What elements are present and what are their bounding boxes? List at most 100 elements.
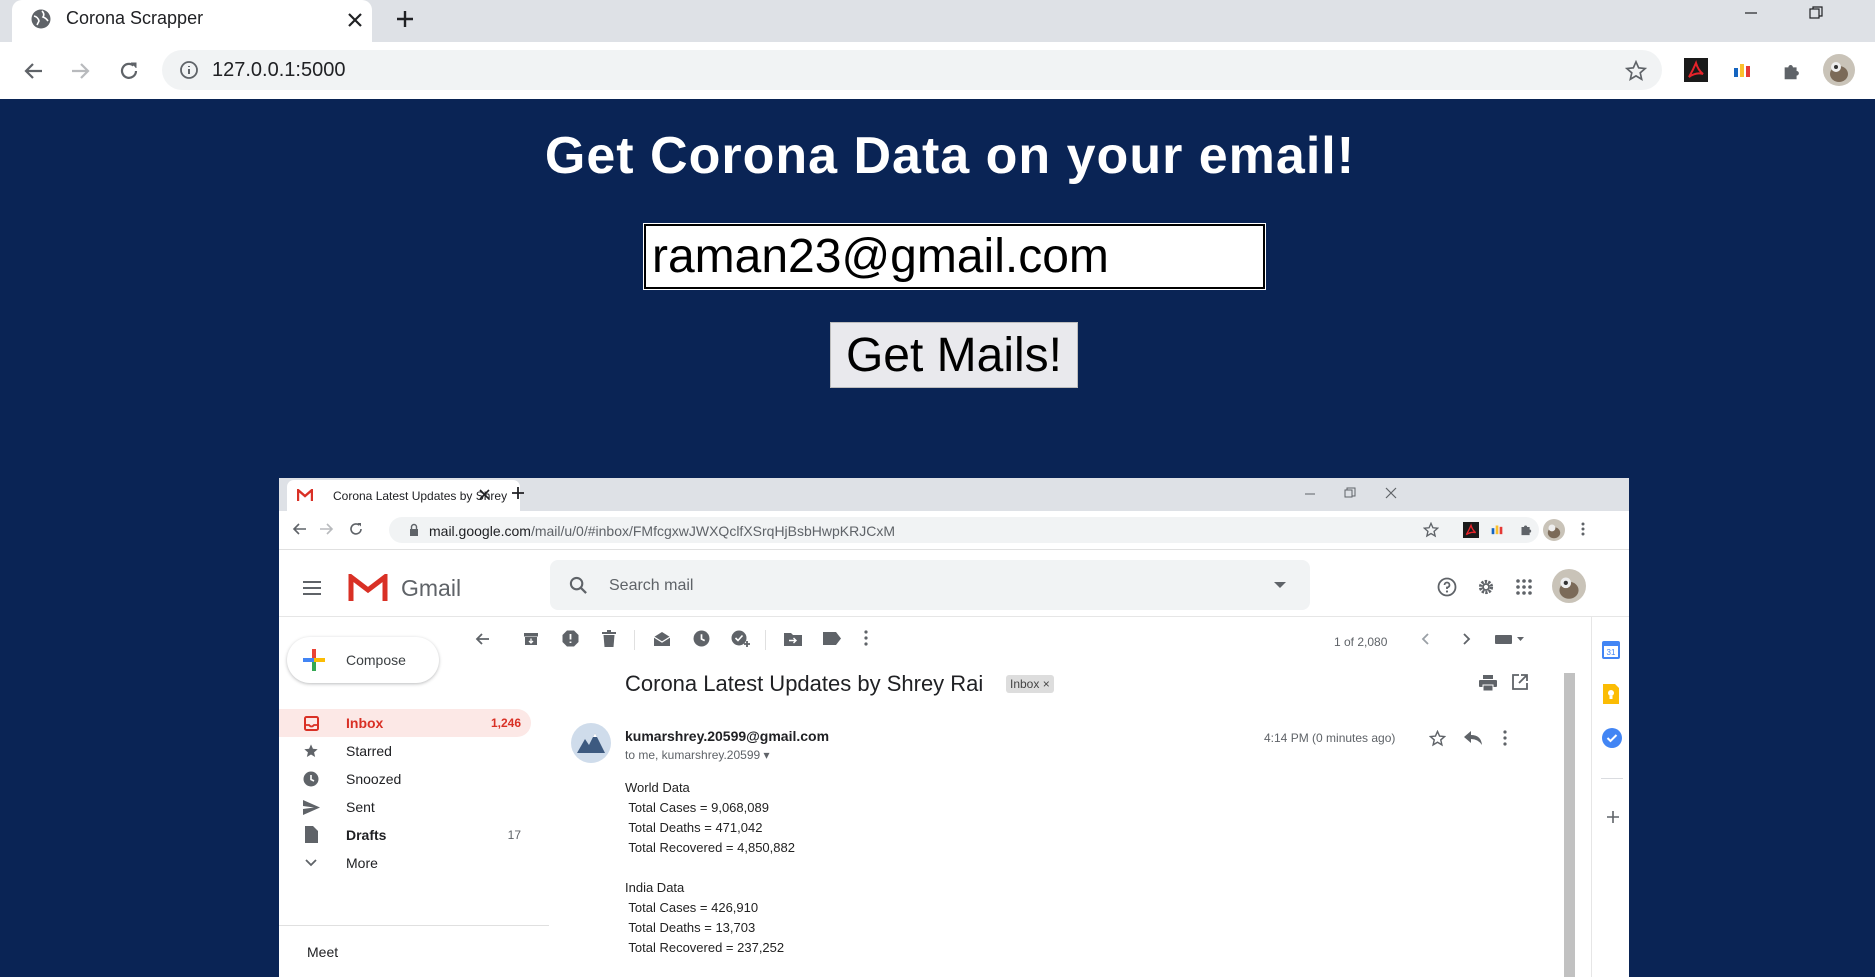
india-total-cases: Total Cases = 426,910: [625, 900, 759, 915]
extensions-puzzle-icon[interactable]: [1777, 56, 1807, 86]
screenshot-restore-icon: [1344, 487, 1356, 499]
get-mails-button[interactable]: Get Mails!: [830, 322, 1078, 388]
forward-icon[interactable]: [66, 56, 96, 86]
move-to-icon: [784, 631, 802, 646]
gmail-account-avatar-icon: [1552, 569, 1586, 603]
email-timestamp: 4:14 PM (0 minutes ago): [1264, 731, 1396, 745]
snoozed-clock-icon: [303, 771, 319, 787]
sender-avatar-icon: [571, 723, 611, 763]
minimize-icon[interactable]: [1736, 0, 1766, 26]
gmail-logo-icon: [348, 574, 388, 602]
screenshot-minimize-icon: [1304, 488, 1316, 500]
screenshot-tab: Corona Latest Updates by Shrey Rai - kum…: [287, 480, 520, 511]
close-tab-icon[interactable]: [342, 7, 368, 33]
snooze-clock-icon: [693, 630, 710, 647]
report-spam-icon: [562, 630, 579, 647]
nav-label-drafts: Drafts: [346, 827, 387, 843]
star-email-icon: [1429, 730, 1446, 747]
add-task-icon: [731, 629, 751, 648]
nav-label-sent: Sent: [346, 799, 375, 815]
screenshot-puzzle-icon: [1519, 522, 1534, 537]
gmail-menu-icon: [303, 581, 321, 595]
screenshot-toolbar-divider: [279, 549, 1629, 550]
email-input[interactable]: [643, 223, 1266, 290]
calendar-icon: 31: [1602, 641, 1620, 659]
gmail-search-placeholder: Search mail: [609, 577, 694, 594]
side-panel-separator: [1601, 778, 1623, 779]
reply-icon: [1464, 731, 1482, 745]
recipients-line: to me, kumarshrey.20599 ▾: [625, 748, 770, 762]
meet-heading: Meet: [307, 944, 339, 960]
screenshot-close-window-icon: [1385, 487, 1397, 499]
nav-label-snoozed: Snoozed: [346, 771, 402, 787]
nav-label-inbox: Inbox: [346, 715, 384, 731]
inbox-label-chip: Inbox ×: [1006, 675, 1054, 693]
address-bar[interactable]: [162, 50, 1662, 90]
new-tab-icon[interactable]: [390, 4, 420, 34]
nav-item-drafts: Drafts 17: [279, 821, 531, 849]
screenshot-forward-icon: [319, 521, 335, 537]
gmail-header-divider: [279, 616, 1629, 617]
screenshot-new-tab-icon: [511, 486, 525, 500]
screenshot-menu-dots-icon: [1581, 522, 1585, 536]
back-to-inbox-icon: [474, 631, 490, 647]
nav-item-starred: Starred: [279, 737, 531, 765]
nav-label-starred: Starred: [346, 743, 392, 759]
india-total-deaths: Total Deaths = 13,703: [625, 920, 756, 935]
newer-chevron-icon: [1421, 633, 1429, 645]
keep-icon: [1603, 684, 1619, 704]
toolbar-separator: [634, 630, 635, 650]
gmail-search-icon: [569, 576, 588, 595]
tab-title: Corona Scrapper: [66, 8, 204, 28]
get-addons-plus-icon: [1606, 810, 1620, 824]
globe-icon: [30, 8, 52, 30]
screenshot-pdf-icon: [1463, 522, 1479, 538]
site-info-icon[interactable]: [178, 59, 200, 81]
nav-count-drafts: 17: [507, 828, 521, 842]
nav-count-inbox: 1,246: [490, 716, 521, 730]
sent-icon: [303, 800, 320, 815]
remove-label-icon: ×: [1042, 677, 1050, 691]
world-total-recovered: Total Recovered = 4,850,882: [625, 840, 795, 855]
screenshot-star-icon: [1423, 522, 1439, 538]
screenshot-lock-icon: [409, 523, 419, 537]
more-chevron-icon: [305, 859, 317, 867]
svg-text:31: 31: [1607, 648, 1616, 657]
color-extension-icon[interactable]: [1731, 59, 1753, 81]
tasks-icon: [1602, 728, 1622, 748]
world-total-cases: Total Cases = 9,068,089: [625, 800, 769, 815]
screenshot-close-tab-icon: [479, 489, 490, 500]
pdf-extension-icon[interactable]: [1683, 57, 1709, 83]
open-new-window-icon: [1512, 674, 1528, 690]
browser-tab[interactable]: Corona Scrapper: [12, 0, 372, 42]
gmail-screenshot: Corona Latest Updates by Shrey Rai - kum…: [279, 478, 1629, 977]
inbox-icon: [304, 716, 319, 731]
url-text: 127.0.0.1:5000: [212, 59, 346, 81]
nav-item-snoozed: Snoozed: [279, 765, 531, 793]
starred-icon: [303, 743, 319, 759]
more-actions-icon: [864, 630, 868, 646]
nav-label-more: More: [346, 855, 378, 871]
bookmark-star-icon[interactable]: [1621, 56, 1651, 86]
side-panel-divider: [1591, 616, 1592, 977]
back-icon[interactable]: [18, 56, 48, 86]
world-data-heading: World Data: [625, 780, 690, 795]
email-subject: Corona Latest Updates by Shrey Rai: [625, 671, 984, 696]
page-heading: Get Corona Data on your email!: [544, 127, 1356, 185]
recipient-details-caret-icon: ▾: [763, 748, 770, 762]
gmail-apps-grid-icon: [1516, 579, 1532, 595]
restore-icon[interactable]: [1801, 0, 1831, 26]
nav-item-more: More: [279, 849, 531, 877]
profile-avatar-icon[interactable]: [1822, 53, 1856, 87]
nav-item-inbox: Inbox 1,246: [279, 709, 531, 737]
mark-unread-icon: [653, 631, 671, 647]
gmail-favicon-icon: [297, 489, 313, 501]
sender-address: kumarshrey.20599@gmail.com: [625, 728, 830, 744]
india-total-recovered: Total Recovered = 237,252: [625, 940, 785, 955]
email-more-icon: [1503, 730, 1507, 746]
screenshot-back-icon: [291, 521, 307, 537]
gmail-help-icon: [1437, 577, 1457, 597]
reload-icon[interactable]: [114, 56, 144, 86]
label-tag-icon: [823, 632, 841, 645]
gmail-search-options-icon: [1274, 582, 1286, 590]
